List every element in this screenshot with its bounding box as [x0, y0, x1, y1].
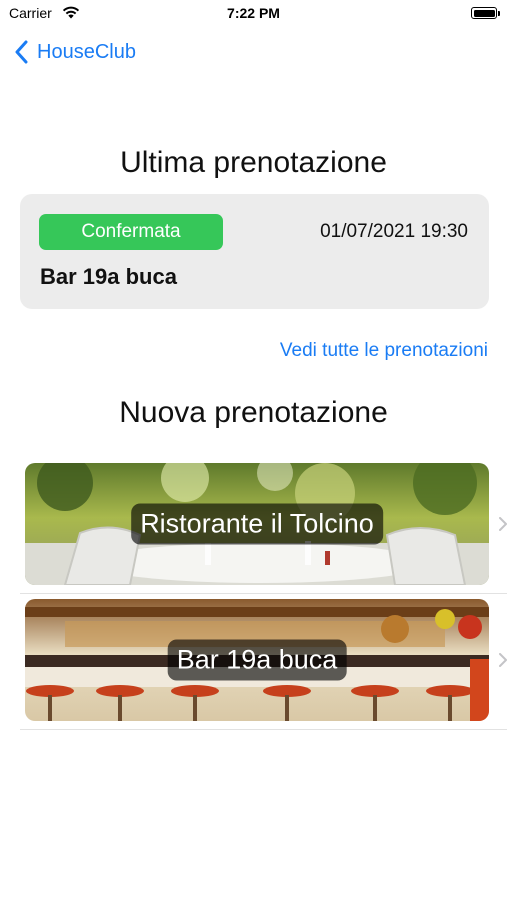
venue-row-bar[interactable]: Bar 19a buca [20, 599, 507, 730]
chevron-right-icon [499, 517, 507, 531]
battery-icon [471, 7, 500, 19]
venue-image-ristorante: Ristorante il Tolcino [25, 463, 489, 585]
last-booking-title: Ultima prenotazione [120, 146, 387, 179]
new-booking-title: Nuova prenotazione [119, 396, 388, 429]
see-all-bookings-link[interactable]: Vedi tutte le prenotazioni [280, 340, 488, 362]
venue-image-bar: Bar 19a buca [25, 599, 489, 721]
booking-venue: Bar 19a buca [40, 264, 177, 289]
status-badge: Confermata [39, 214, 223, 250]
venue-name: Ristorante il Tolcino [131, 503, 383, 545]
venue-row-ristorante[interactable]: Ristorante il Tolcino [20, 463, 507, 594]
booking-datetime: 01/07/2021 19:30 [320, 221, 468, 242]
venue-name: Bar 19a buca [167, 639, 347, 681]
back-button[interactable]: HouseClub [14, 38, 136, 66]
chevron-right-icon [499, 653, 507, 667]
clock: 7:22 PM [227, 5, 280, 21]
chevron-left-icon [15, 40, 28, 64]
back-button-label: HouseClub [37, 40, 136, 63]
last-booking-card[interactable]: Confermata 01/07/2021 19:30 Bar 19a buca [20, 194, 489, 309]
status-bar: Carrier 7:22 PM [0, 0, 507, 30]
